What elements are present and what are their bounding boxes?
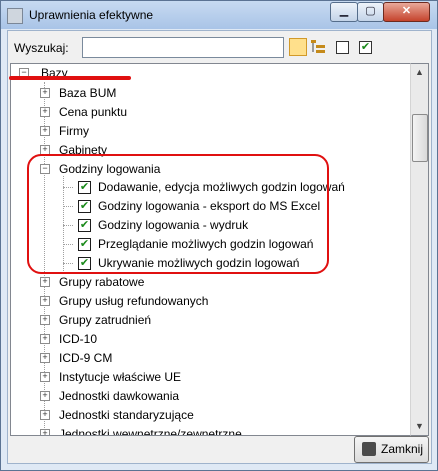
close-dialog-label: Zamknij bbox=[381, 442, 424, 456]
tree-item[interactable]: + Jednostki wewnętrzne/zewnętrzne bbox=[11, 425, 409, 436]
tree-item[interactable]: + Instytucje właściwe UE bbox=[11, 368, 409, 386]
tree-item-label: ICD-9 CM bbox=[59, 351, 113, 365]
annotation-highlight-box bbox=[27, 154, 329, 274]
tree-item[interactable]: + Jednostki dawkowania bbox=[11, 387, 409, 405]
close-button[interactable]: ✕ bbox=[383, 2, 430, 22]
expand-icon[interactable]: + bbox=[40, 391, 50, 401]
tree-item-label: Cena punktu bbox=[59, 105, 128, 119]
check-all-icon[interactable]: ✔ bbox=[359, 41, 372, 54]
expand-icon[interactable]: + bbox=[40, 296, 50, 306]
expand-icon[interactable]: + bbox=[40, 353, 50, 363]
tree-item[interactable]: + Cena punktu bbox=[11, 103, 409, 121]
collapse-all-icon[interactable] bbox=[310, 38, 326, 54]
scroll-up-icon[interactable]: ▲ bbox=[411, 64, 428, 81]
expand-icon[interactable]: + bbox=[40, 88, 50, 98]
minimize-button[interactable]: ▁ bbox=[330, 2, 358, 22]
exit-icon bbox=[362, 442, 376, 456]
window-title: Uprawnienia efektywne bbox=[29, 8, 154, 22]
expand-icon[interactable]: + bbox=[40, 429, 50, 435]
expand-all-icon[interactable] bbox=[289, 38, 307, 56]
expand-icon[interactable]: + bbox=[40, 277, 50, 287]
tree-item-label: Jednostki standaryzujące bbox=[59, 408, 194, 422]
tree-item[interactable]: + Grupy rabatowe bbox=[11, 273, 409, 291]
expand-icon[interactable]: + bbox=[40, 334, 50, 344]
tree-item-label: Grupy usług refundowanych bbox=[59, 294, 209, 308]
tree-item-label: Grupy rabatowe bbox=[59, 275, 145, 289]
tree-item[interactable]: + ICD-10 bbox=[11, 330, 409, 348]
search-label: Wyszukaj: bbox=[14, 41, 69, 55]
tree-item[interactable]: + Firmy bbox=[11, 122, 409, 140]
maximize-button[interactable]: ▢ bbox=[357, 2, 384, 22]
tree-item[interactable]: + Jednostki standaryzujące bbox=[11, 406, 409, 424]
uncheck-all-icon[interactable] bbox=[336, 41, 349, 54]
tree-item[interactable]: + Grupy usług refundowanych bbox=[11, 292, 409, 310]
close-dialog-button[interactable]: Zamknij bbox=[354, 436, 429, 463]
title-bar[interactable]: Uprawnienia efektywne ▁ ▢ ✕ bbox=[1, 1, 437, 29]
tree-item-label: ICD-10 bbox=[59, 332, 98, 346]
expand-icon[interactable]: + bbox=[40, 410, 50, 420]
tree-item-label: Jednostki wewnętrzne/zewnętrzne bbox=[59, 427, 242, 436]
tree-item-label: Jednostki dawkowania bbox=[59, 389, 180, 403]
app-icon bbox=[7, 8, 23, 24]
expand-icon[interactable]: + bbox=[40, 315, 50, 325]
annotation-underline bbox=[9, 76, 131, 80]
expand-icon[interactable]: + bbox=[40, 107, 50, 117]
tree-item[interactable]: + Grupy zatrudnień bbox=[11, 311, 409, 329]
dialog-window: Uprawnienia efektywne ▁ ▢ ✕ Wyszukaj: ✔ … bbox=[0, 0, 438, 471]
tree-item-label: Grupy zatrudnień bbox=[59, 313, 152, 327]
expand-icon[interactable]: + bbox=[40, 372, 50, 382]
expand-icon[interactable]: + bbox=[40, 126, 50, 136]
scroll-thumb[interactable] bbox=[412, 114, 428, 162]
vertical-scrollbar[interactable]: ▲ ▼ bbox=[410, 63, 429, 436]
scroll-down-icon[interactable]: ▼ bbox=[411, 418, 428, 435]
tree-item-label: Baza BUM bbox=[59, 86, 117, 100]
tree-item[interactable]: + Baza BUM bbox=[11, 84, 409, 102]
tree-item-label: Instytucje właściwe UE bbox=[59, 370, 182, 384]
search-input[interactable] bbox=[82, 37, 284, 58]
tree-item-label: Firmy bbox=[59, 124, 89, 138]
tree-item[interactable]: + ICD-9 CM bbox=[11, 349, 409, 367]
